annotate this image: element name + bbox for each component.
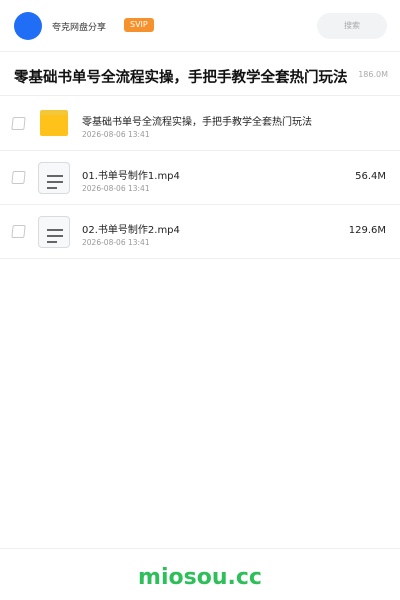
- avatar[interactable]: [14, 12, 42, 40]
- folder-icon: [38, 108, 70, 140]
- file-name: 零基础书单号全流程实操，手把手教学全套热门玩法: [82, 117, 312, 128]
- file-name: 01.书单号制作1.mp4: [82, 171, 180, 182]
- file-row-video-1[interactable]: 01.书单号制作1.mp4 2026-08-06 13:41 56.4M: [0, 151, 400, 205]
- file-size: 129.6M: [348, 225, 386, 236]
- footer: miosou.cc: [0, 548, 400, 600]
- watermark: miosou.cc: [138, 565, 262, 590]
- header: 夸克网盘分享 SVIP 搜索: [0, 0, 400, 52]
- file-name: 02.书单号制作2.mp4: [82, 225, 180, 236]
- file-row-video-2[interactable]: 02.书单号制作2.mp4 2026-08-06 13:41 129.6M: [0, 205, 400, 259]
- file-date: 2026-08-06 13:41: [82, 184, 150, 193]
- checkbox[interactable]: [11, 117, 26, 130]
- checkbox[interactable]: [11, 171, 26, 184]
- video-file-icon: [38, 162, 70, 194]
- svip-badge: SVIP: [124, 18, 154, 32]
- file-row-folder[interactable]: 零基础书单号全流程实操，手把手教学全套热门玩法 2026-08-06 13:41: [0, 97, 400, 151]
- page-title: 零基础书单号全流程实操，手把手教学全套热门玩法: [14, 70, 348, 86]
- file-date: 2026-08-06 13:41: [82, 238, 150, 247]
- file-size: 56.4M: [355, 171, 386, 182]
- total-size: 186.0M: [358, 70, 388, 79]
- share-title-bar: 零基础书单号全流程实操，手把手教学全套热门玩法 186.0M: [0, 52, 400, 96]
- checkbox[interactable]: [11, 225, 26, 238]
- app-name: 夸克网盘分享: [52, 23, 107, 33]
- video-file-icon: [38, 216, 70, 248]
- file-date: 2026-08-06 13:41: [82, 130, 150, 139]
- search-input[interactable]: 搜索: [317, 13, 387, 39]
